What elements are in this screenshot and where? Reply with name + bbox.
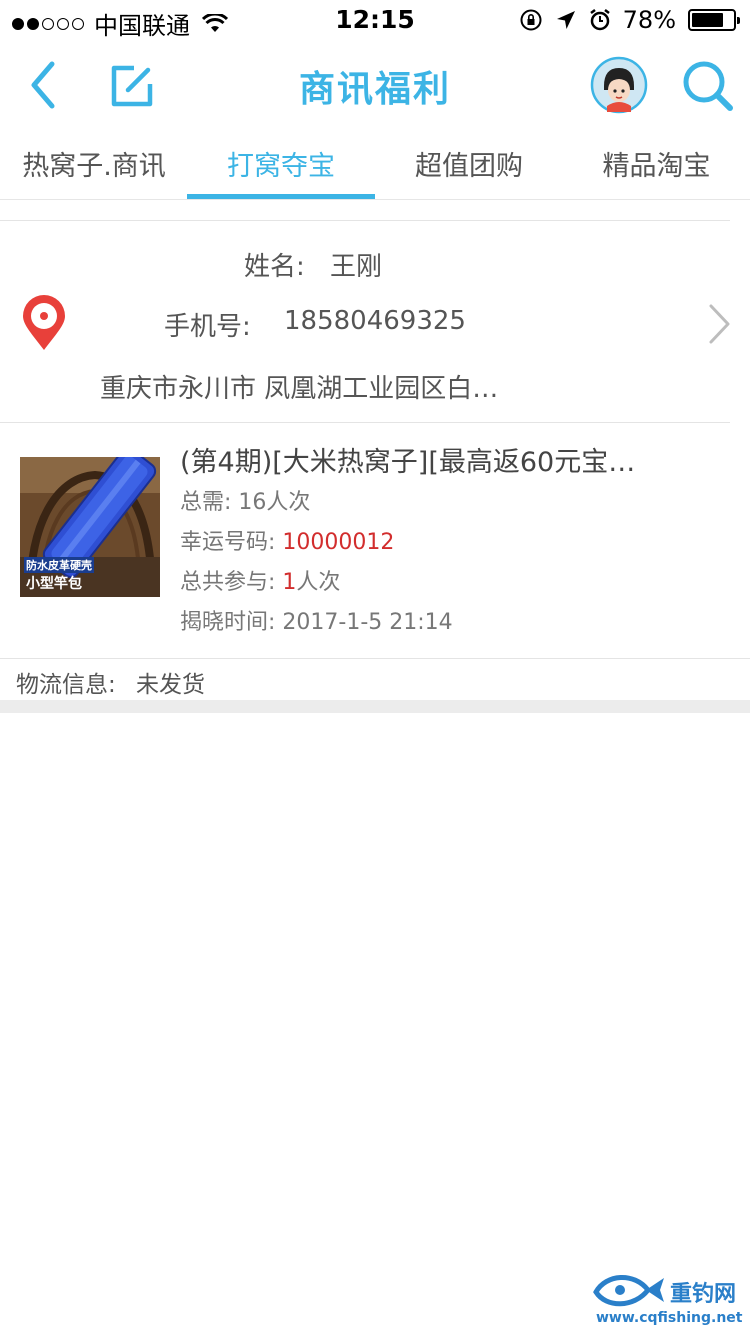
logistics-status: 未发货 (136, 672, 205, 698)
fish-logo-icon (593, 1275, 664, 1307)
thumbnail-caption-2: 小型竿包 (26, 576, 82, 592)
address-text: 重庆市永川市 凤凰湖工业园区白… (100, 374, 499, 404)
battery-fill (692, 13, 724, 27)
status-right: 78% (519, 6, 740, 34)
rotation-lock-icon (520, 9, 542, 31)
tab-hot-news[interactable]: 热窝子.商讯 (0, 144, 188, 183)
search-button[interactable] (680, 58, 736, 114)
order-item[interactable]: 防水皮革硬壳 小型竿包 (第4期)[大米热窝子][最高返60元宝… 总需: 16… (0, 424, 750, 658)
total-required-value: 16人次 (238, 490, 311, 515)
search-icon (683, 61, 733, 111)
recipient-name: 王刚 (330, 252, 383, 282)
watermark: 重钓网 www.cqfishing.net (590, 1268, 750, 1332)
recipient-name-label: 姓名: (244, 252, 305, 282)
participation-row: 总共参与: 1人次 (180, 564, 340, 596)
lucky-number-row: 幸运号码: 10000012 (180, 524, 394, 556)
product-thumbnail: 防水皮革硬壳 小型竿包 (20, 457, 160, 597)
shipping-address[interactable]: 姓名: 王刚 手机号: 18580469325 重庆市永川市 凤凰湖工业园区白… (0, 222, 750, 422)
location-arrow-icon (556, 11, 575, 29)
logistics-info: 物流信息: 未发货 (0, 658, 750, 700)
battery-percent: 78% (622, 6, 676, 34)
reveal-time-label: 揭晓时间: (180, 610, 276, 635)
avatar-button[interactable] (590, 56, 648, 114)
logistics-label: 物流信息: (16, 672, 116, 698)
avatar-icon (590, 56, 648, 114)
divider (0, 422, 730, 423)
tab-treasure[interactable]: 打窝夺宝 (187, 144, 375, 183)
tab-taobao[interactable]: 精品淘宝 (563, 144, 750, 183)
location-pin-icon (20, 294, 68, 352)
participation-count: 1 (282, 570, 297, 595)
phone-number: 18580469325 (284, 306, 466, 336)
participation-label: 总共参与: (180, 570, 276, 595)
alarm-icon (589, 9, 610, 31)
status-bar: 中国联通 12:15 78% (0, 0, 750, 40)
nav-bar: 商讯福利 (0, 40, 750, 130)
active-tab-indicator (187, 194, 375, 199)
thumbnail-caption-1: 防水皮革硬壳 (24, 557, 94, 573)
product-title: (第4期)[大米热窝子][最高返60元宝… (180, 447, 636, 478)
watermark-url: www.cqfishing.net (596, 1310, 743, 1326)
section-separator (0, 700, 750, 713)
total-required-label: 总需: (180, 490, 232, 515)
chevron-right-icon (706, 302, 734, 346)
lucky-number-label: 幸运号码: (180, 530, 276, 555)
battery-icon (688, 9, 740, 31)
reveal-time-row: 揭晓时间: 2017-1-5 21:14 (180, 604, 453, 636)
phone-label: 手机号: (164, 312, 251, 342)
tab-bar: 热窝子.商讯 打窝夺宝 超值团购 精品淘宝 (0, 130, 750, 200)
divider (0, 220, 730, 221)
watermark-name: 重钓网 (670, 1282, 737, 1307)
lucky-number-value: 10000012 (282, 530, 395, 555)
reveal-time-value: 2017-1-5 21:14 (282, 610, 453, 635)
total-required-row: 总需: 16人次 (180, 484, 310, 516)
tab-group-buy[interactable]: 超值团购 (375, 144, 563, 183)
participation-unit: 人次 (296, 570, 341, 595)
